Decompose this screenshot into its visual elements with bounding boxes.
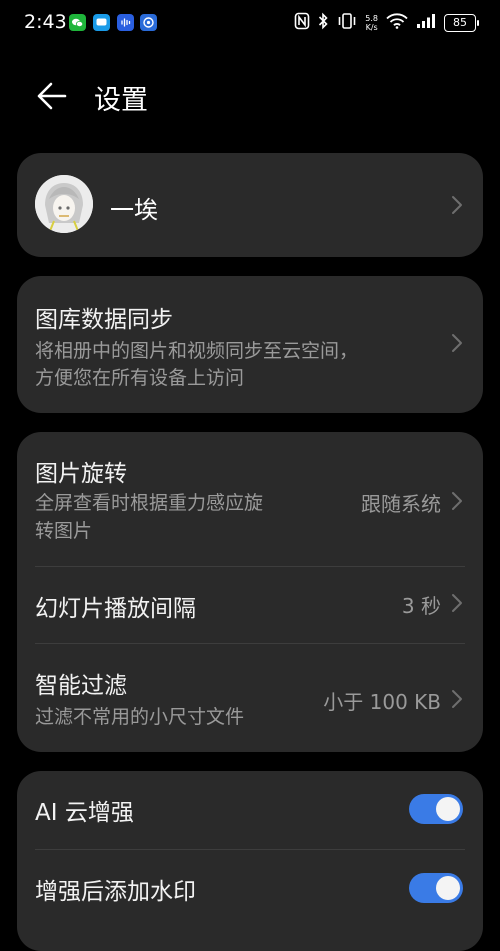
image-rotation-row[interactable]: 图片旋转 全屏查看时根据重力感应旋 转图片 跟随系统 bbox=[17, 432, 483, 566]
chevron-right-icon bbox=[451, 333, 463, 353]
gallery-sync-title: 图库数据同步 bbox=[35, 307, 173, 333]
voice-memo-icon bbox=[117, 14, 134, 31]
smart-filter-title: 智能过滤 bbox=[35, 673, 127, 699]
header: 设置 bbox=[0, 64, 500, 126]
bluetooth-icon bbox=[318, 12, 329, 34]
image-rotation-subtitle-line2: 转图片 bbox=[35, 520, 93, 542]
image-rotation-value: 跟随系统 bbox=[361, 492, 441, 516]
watermark-toggle[interactable] bbox=[409, 873, 463, 903]
image-rotation-title: 图片旋转 bbox=[35, 461, 127, 487]
smart-filter-value: 小于 100 KB bbox=[323, 690, 441, 714]
page-title: 设置 bbox=[94, 85, 148, 116]
watermark-title: 增强后添加水印 bbox=[35, 879, 196, 905]
system-status-icons: 5.8 K/s 85 bbox=[294, 10, 479, 36]
slideshow-interval-value: 3 秒 bbox=[401, 594, 441, 618]
vibrate-icon bbox=[337, 12, 357, 34]
signal-icon bbox=[416, 13, 436, 33]
network-speed-value: 5.8 bbox=[365, 14, 378, 23]
chevron-right-icon bbox=[451, 491, 463, 511]
account-card[interactable]: 一埃 bbox=[17, 153, 483, 257]
slideshow-interval-row[interactable]: 幻灯片播放间隔 3 秒 bbox=[17, 567, 483, 643]
ai-enhance-title: AI 云增强 bbox=[35, 800, 134, 826]
network-speed: 5.8 K/s bbox=[365, 14, 378, 32]
smart-filter-subtitle: 过滤不常用的小尺寸文件 bbox=[35, 706, 245, 728]
chevron-right-icon bbox=[451, 195, 463, 215]
ai-enhance-toggle[interactable] bbox=[409, 794, 463, 824]
chevron-right-icon bbox=[451, 689, 463, 709]
status-time: 2:43 bbox=[24, 11, 67, 33]
back-arrow-icon[interactable] bbox=[33, 78, 69, 114]
wifi-icon bbox=[386, 13, 408, 33]
battery-indicator: 85 bbox=[444, 14, 479, 32]
watermark-row: 增强后添加水印 bbox=[17, 850, 483, 928]
chevron-right-icon bbox=[451, 593, 463, 613]
network-speed-unit: K/s bbox=[365, 23, 378, 32]
app-icon bbox=[140, 14, 157, 31]
message-icon bbox=[93, 14, 110, 31]
display-settings-card: 图片旋转 全屏查看时根据重力感应旋 转图片 跟随系统 幻灯片播放间隔 3 秒 智… bbox=[17, 432, 483, 752]
toggle-knob bbox=[436, 876, 460, 900]
nfc-icon bbox=[294, 12, 310, 34]
wechat-icon bbox=[69, 14, 86, 31]
gallery-sync-card[interactable]: 图库数据同步 将相册中的图片和视频同步至云空间， 方便您在所有设备上访问 bbox=[17, 276, 483, 413]
ai-enhance-card: AI 云增强 增强后添加水印 bbox=[17, 771, 483, 951]
slideshow-interval-title: 幻灯片播放间隔 bbox=[35, 596, 196, 622]
smart-filter-row[interactable]: 智能过滤 过滤不常用的小尺寸文件 小于 100 KB bbox=[17, 644, 483, 752]
ai-enhance-row: AI 云增强 bbox=[17, 771, 483, 849]
gallery-sync-subtitle-line1: 将相册中的图片和视频同步至云空间， bbox=[35, 340, 359, 362]
avatar bbox=[35, 175, 93, 233]
toggle-knob bbox=[436, 797, 460, 821]
gallery-sync-subtitle-line2: 方便您在所有设备上访问 bbox=[35, 367, 245, 389]
image-rotation-subtitle-line1: 全屏查看时根据重力感应旋 bbox=[35, 492, 264, 514]
status-bar: 2:43 5.8 K/s 85 bbox=[0, 0, 500, 48]
account-name: 一埃 bbox=[110, 196, 158, 224]
